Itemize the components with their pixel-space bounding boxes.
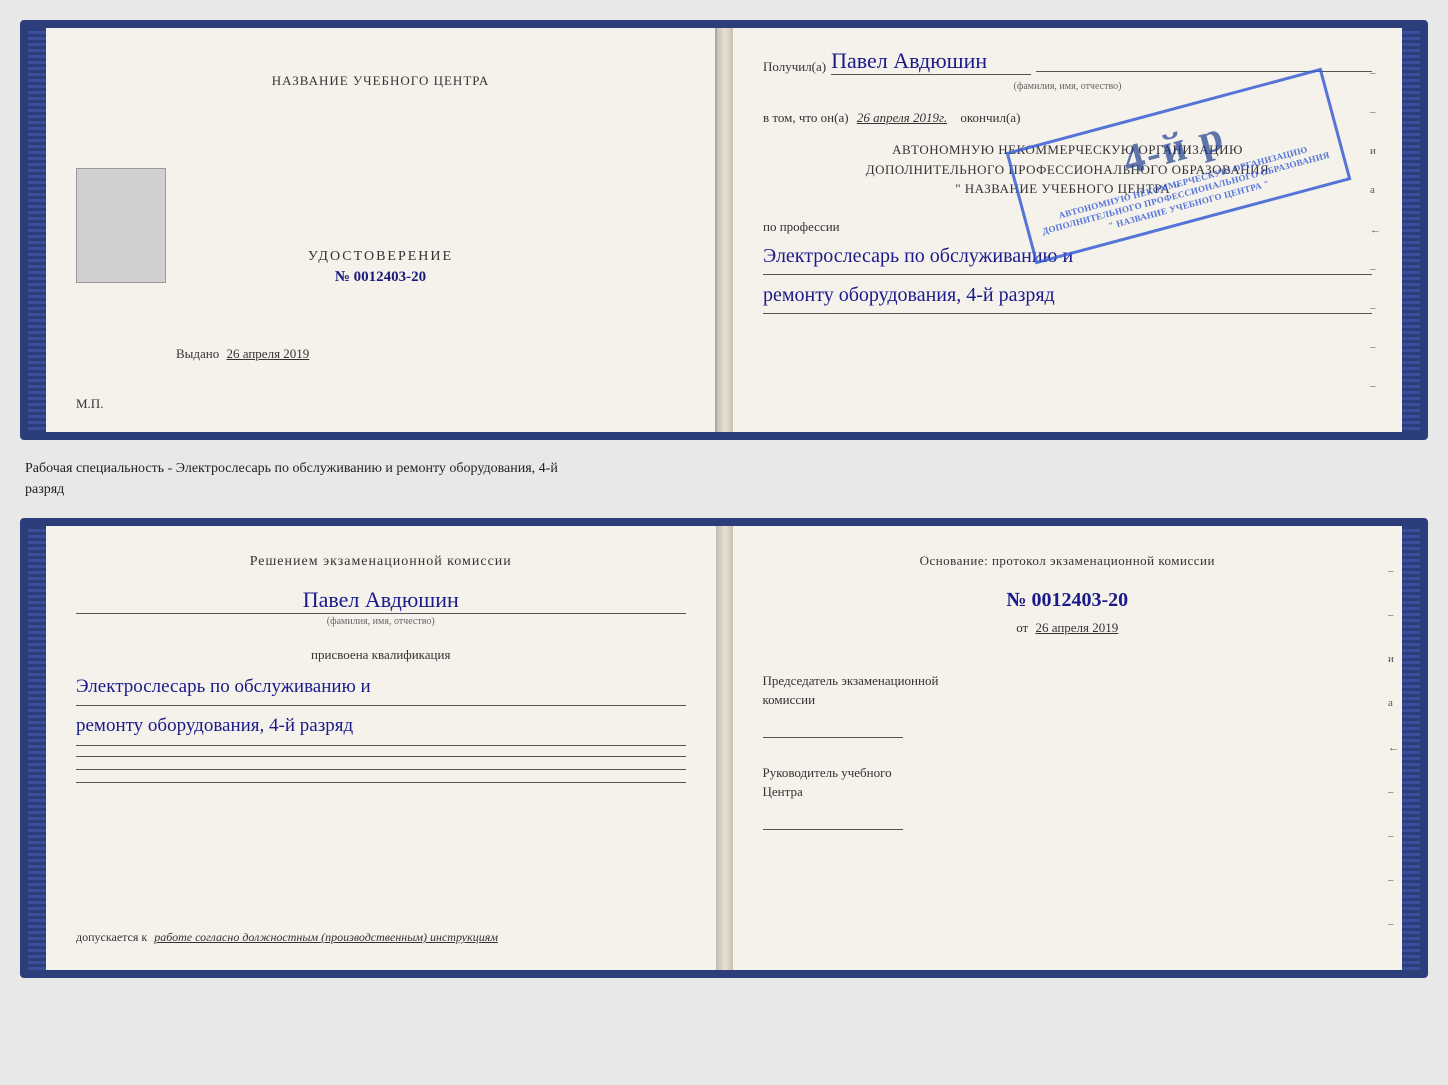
bottom-spine-right xyxy=(1402,526,1420,970)
center-title: НАЗВАНИЕ УЧЕБНОГО ЦЕНТРА xyxy=(272,73,489,89)
dopuskaetsya-value: работе согласно должностным (производств… xyxy=(154,930,498,944)
doc-right: 4-й р АВТОНОМНУЮ НЕКОММЕРЧЕСКУЮ ОРГАНИЗА… xyxy=(733,28,1402,432)
resheniem-title: Решением экзаменационной комиссии xyxy=(76,551,686,572)
poluchil-label: Получил(а) xyxy=(763,59,826,75)
rukovoditel-text2: Центра xyxy=(763,784,803,799)
spine-left xyxy=(28,28,46,432)
predsedatel-text2: комиссии xyxy=(763,692,816,707)
vydano-line: Выдано 26 апреля 2019 xyxy=(176,346,309,362)
bottom-person-name: Павел Авдюшин xyxy=(76,587,686,614)
bottom-center-divider xyxy=(717,526,733,970)
qualification-line1: Электрослесарь по обслуживанию и xyxy=(76,671,686,706)
vtom-label: в том, что он(а) xyxy=(763,110,849,125)
dopuskaetsya-text: допускается к работе согласно должностны… xyxy=(76,930,686,945)
separator1 xyxy=(76,756,686,757)
middle-text-content: Рабочая специальность - Электрослесарь п… xyxy=(25,461,558,497)
rukovoditel-block: Руководитель учебного Центра xyxy=(763,763,1373,830)
vydano-label: Выдано xyxy=(176,346,219,361)
separator2 xyxy=(76,769,686,770)
dopuskaetsya-label: допускается к xyxy=(76,930,147,944)
qualification-line2: ремонту оборудования, 4-й разряд xyxy=(76,710,686,745)
vydano-date: 26 апреля 2019 xyxy=(227,346,310,361)
photo-placeholder xyxy=(76,168,166,283)
okonchil-label: окончил(а) xyxy=(960,110,1020,125)
separator3 xyxy=(76,782,686,783)
stamp-overlay: 4-й р АВТОНОМНУЮ НЕКОММЕРЧЕСКУЮ ОРГАНИЗА… xyxy=(1005,68,1351,265)
center-divider xyxy=(717,28,733,432)
rukovoditel-label: Руководитель учебного Центра xyxy=(763,763,1373,802)
poluchil-line: Получил(а) Павел Авдюшин xyxy=(763,48,1372,75)
ot-date: от 26 апреля 2019 xyxy=(763,620,1373,636)
osnovanie-text: Основание: протокол экзаменационной коми… xyxy=(763,551,1373,571)
protocol-number: № 0012403-20 xyxy=(763,589,1373,612)
prisvoena-text: присвоена квалификация xyxy=(76,647,686,663)
right-edge-lines: – – и а ← – – – – xyxy=(1370,68,1380,392)
recipient-name: Павел Авдюшин xyxy=(831,48,1031,75)
page-container: НАЗВАНИЕ УЧЕБНОГО ЦЕНТРА УДОСТОВЕРЕНИЕ №… xyxy=(20,20,1428,978)
predsedatel-text1: Председатель экзаменационной xyxy=(763,673,939,688)
spine-right xyxy=(1402,28,1420,432)
bottom-doc-left: Решением экзаменационной комиссии Павел … xyxy=(46,526,717,970)
top-document: НАЗВАНИЕ УЧЕБНОГО ЦЕНТРА УДОСТОВЕРЕНИЕ №… xyxy=(20,20,1428,440)
ot-date-value: 26 апреля 2019 xyxy=(1035,620,1118,635)
ot-label: от xyxy=(1016,620,1028,635)
predsedatel-signature xyxy=(763,718,903,738)
udostoverenie-label: УДОСТОВЕРЕНИЕ xyxy=(308,249,453,265)
rukovoditel-text1: Руководитель учебного xyxy=(763,765,892,780)
bottom-right-edge-lines: – – и а ← – – – – xyxy=(1388,566,1398,930)
predsedatel-block: Председатель экзаменационной комиссии xyxy=(763,671,1373,738)
qualification-text: Электрослесарь по обслуживанию и ремонту… xyxy=(76,671,686,750)
predsedatel-label: Председатель экзаменационной комиссии xyxy=(763,671,1373,710)
bottom-document: Решением экзаменационной комиссии Павел … xyxy=(20,518,1428,978)
mp-label: М.П. xyxy=(76,396,103,412)
profession-line2: ремонту оборудования, 4-й разряд xyxy=(763,279,1372,314)
completion-date: 26 апреля 2019г. xyxy=(857,110,947,125)
bottom-spine-left xyxy=(28,526,46,970)
doc-left: НАЗВАНИЕ УЧЕБНОГО ЦЕНТРА УДОСТОВЕРЕНИЕ №… xyxy=(46,28,717,432)
bottom-name-block: Павел Авдюшин (фамилия, имя, отчество) xyxy=(76,582,686,635)
udostoverenie-block: УДОСТОВЕРЕНИЕ № 0012403-20 xyxy=(308,249,453,286)
bottom-doc-right: Основание: протокол экзаменационной коми… xyxy=(733,526,1403,970)
bottom-fio-subtitle: (фамилия, имя, отчество) xyxy=(76,616,686,627)
cert-number: № 0012403-20 xyxy=(308,269,453,286)
rukovoditel-signature xyxy=(763,810,903,830)
dopuskaetsya-block: допускается к работе согласно должностны… xyxy=(76,910,686,945)
middle-text: Рабочая специальность - Электрослесарь п… xyxy=(20,450,1428,508)
